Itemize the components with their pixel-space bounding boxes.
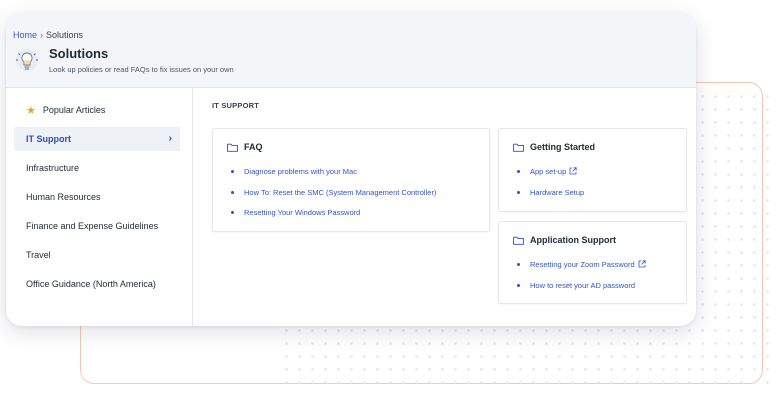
- article-link[interactable]: Resetting Your Windows Password: [231, 208, 436, 229]
- bullet: [231, 190, 234, 194]
- getting-started-links: App set-up Hardware Setup: [517, 167, 584, 208]
- page-subtitle: Look up policies or read FAQs to fix iss…: [49, 65, 234, 74]
- sidebar-item-human-resources[interactable]: Human Resources: [14, 185, 180, 209]
- article-link[interactable]: How to reset your AD password: [517, 281, 646, 302]
- lightbulb-icon: [16, 49, 38, 71]
- sidebar-item-it-support[interactable]: IT Support ›: [14, 127, 180, 151]
- panel-title-text: Application Support: [530, 235, 616, 245]
- panel-title-text: Getting Started: [530, 142, 596, 152]
- sidebar-item-travel[interactable]: Travel: [14, 243, 180, 267]
- article-link-text[interactable]: Diagnose problems with your Mac: [244, 167, 357, 176]
- bullet: [517, 190, 520, 194]
- sidebar-item-label: Popular Articles: [42, 105, 106, 115]
- article-link[interactable]: Hardware Setup: [517, 188, 584, 209]
- folder-icon: [227, 143, 238, 152]
- sidebar-item-label: IT Support: [26, 134, 71, 144]
- faq-links: Diagnose problems with your Mac How To: …: [231, 167, 436, 229]
- article-link-text[interactable]: Hardware Setup: [530, 188, 584, 197]
- page-header: Home › Solutions Solutions Look up policie…: [6, 13, 696, 88]
- article-link-text[interactable]: Resetting Your Windows Password: [244, 208, 360, 217]
- sidebar: ★ Popular Articles IT Support › Infrastr…: [6, 88, 193, 326]
- breadcrumb-separator: ›: [40, 30, 44, 40]
- solutions-card: Home › Solutions Solutions Look up policie…: [6, 13, 696, 326]
- page-title: Solutions: [49, 46, 109, 61]
- panel-title: Getting Started: [513, 142, 595, 152]
- section-label: IT SUPPORT: [212, 101, 260, 110]
- breadcrumb-home-link[interactable]: Home: [13, 30, 37, 40]
- folder-icon: [513, 236, 524, 245]
- article-link[interactable]: How To: Reset the SMC (System Management…: [231, 188, 436, 209]
- bullet: [231, 170, 234, 173]
- sidebar-item-finance-expense[interactable]: Finance and Expense Guidelines: [14, 214, 180, 238]
- article-link-text[interactable]: Resetting your Zoom Password: [530, 260, 635, 269]
- article-link-text[interactable]: How To: Reset the SMC (System Management…: [244, 188, 436, 197]
- article-link-text[interactable]: How to reset your AD password: [530, 281, 635, 290]
- bullet: [517, 283, 520, 287]
- bullet: [517, 263, 520, 266]
- panel-title: Application Support: [513, 235, 616, 245]
- sidebar-item-label: Office Guidance (North America): [26, 279, 156, 289]
- sidebar-item-label: Infrastructure: [26, 163, 80, 173]
- sidebar-item-office-guidance[interactable]: Office Guidance (North America): [14, 272, 180, 296]
- sidebar-item-label: Travel: [26, 250, 51, 260]
- article-link[interactable]: Diagnose problems with your Mac: [231, 167, 436, 188]
- faq-panel: FAQ Diagnose problems with your Mac How …: [212, 128, 490, 232]
- application-support-panel: Application Support Resetting your Zoom …: [498, 221, 687, 304]
- article-link-text[interactable]: App set-up: [530, 167, 566, 176]
- getting-started-panel: Getting Started App set-up Hardware Setu…: [498, 128, 687, 212]
- article-link[interactable]: Resetting your Zoom Password: [517, 260, 646, 281]
- application-support-links: Resetting your Zoom Password How to rese…: [517, 260, 646, 301]
- star-icon: ★: [26, 104, 36, 117]
- sidebar-item-label: Finance and Expense Guidelines: [26, 221, 159, 231]
- bullet: [231, 211, 234, 214]
- sidebar-item-infrastructure[interactable]: Infrastructure: [14, 156, 180, 180]
- sidebar-item-popular-articles[interactable]: ★ Popular Articles: [14, 98, 180, 122]
- article-link[interactable]: App set-up: [517, 167, 584, 188]
- folder-icon: [513, 143, 524, 152]
- breadcrumb: Home › Solutions: [13, 30, 83, 40]
- chevron-right-icon: ›: [168, 133, 172, 144]
- external-link-icon: [638, 260, 646, 268]
- external-link-icon: [569, 167, 577, 175]
- bullet: [517, 170, 520, 173]
- sidebar-item-label: Human Resources: [26, 192, 101, 202]
- breadcrumb-current: Solutions: [46, 30, 84, 40]
- panel-title-text: FAQ: [244, 142, 263, 152]
- panel-title: FAQ: [227, 142, 263, 152]
